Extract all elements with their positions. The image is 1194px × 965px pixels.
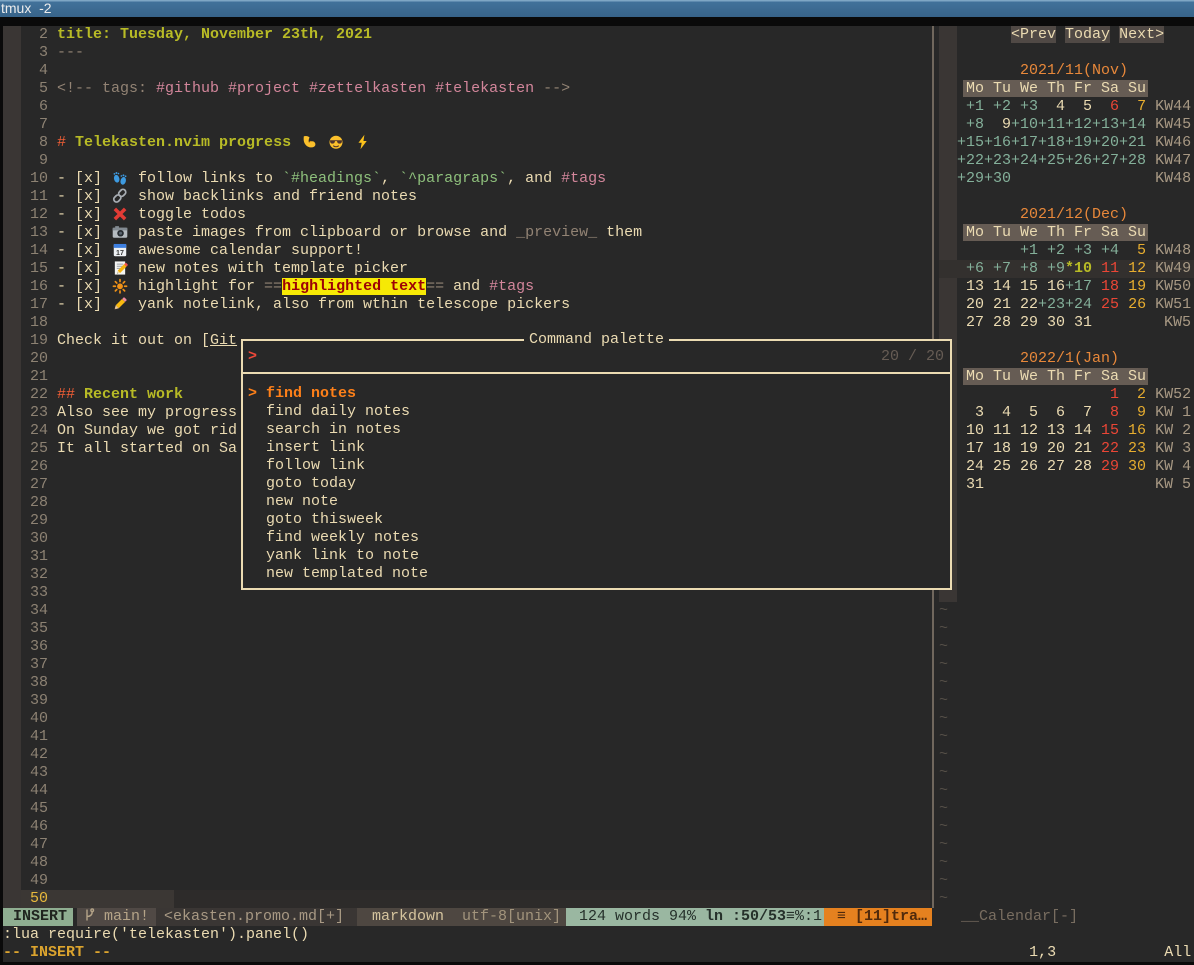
svg-text:17: 17 (116, 249, 124, 257)
